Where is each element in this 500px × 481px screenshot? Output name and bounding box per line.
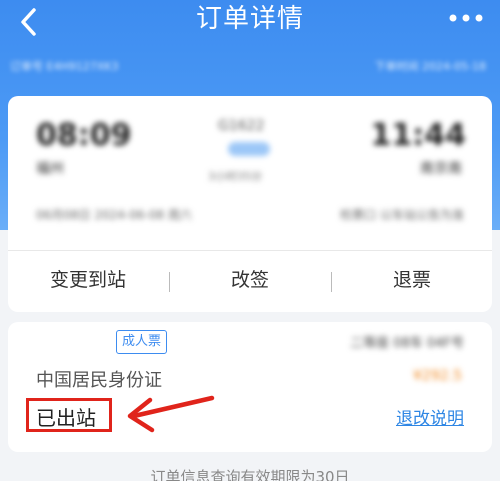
refund-policy-link[interactable]: 退改说明 (396, 404, 464, 429)
order-info-strip: 订单号 E4H9127XK3 下单时间 2024-05-18 (0, 52, 500, 82)
seat-info: 二等座 08车 04F号 (350, 336, 464, 351)
red-arrow-icon (127, 395, 215, 433)
trip-gate: 检票口 以车站公告为准 (340, 208, 464, 222)
arrival-time: 11:44 (370, 118, 467, 153)
ticket-status: 已出站 (36, 406, 96, 430)
arrival-station: 南京南 (420, 161, 462, 177)
action-bar: 变更到站 改签 退票 (8, 252, 492, 312)
trip-card: 08:09 福州 G1622 3小时35分 11:44 南京南 06月08日 2… (8, 96, 492, 312)
order-number: 订单号 E4H9127XK3 (10, 60, 119, 73)
departure-time: 08:09 (36, 118, 132, 153)
train-duration-pill (228, 142, 270, 156)
order-created-time: 下单时间 2024-05-18 (374, 60, 486, 73)
passenger-card: 成人票 二等座 08车 04F号 中国居民身份证 ¥292.5 已出站 退改说明 (8, 322, 492, 452)
reschedule-button[interactable]: 改签 (170, 252, 330, 312)
departure-station: 福州 (36, 161, 64, 177)
train-duration: 3小时35分 (208, 170, 262, 183)
ticket-type-badge: 成人票 (116, 330, 168, 354)
page-title: 订单详情 (195, 4, 304, 34)
trip-date: 06月08日 2024-06-08 周六 (36, 208, 192, 222)
footer-note: 订单信息查询有效期限为30日 (150, 468, 350, 481)
more-dots-icon (449, 14, 483, 22)
ticket-price: ¥292.5 (413, 368, 462, 384)
train-number: G1622 (218, 118, 265, 134)
more-button[interactable] (446, 10, 486, 26)
change-destination-button[interactable]: 变更到站 (8, 252, 168, 312)
divider (8, 250, 492, 251)
refund-ticket-button[interactable]: 退票 (332, 252, 492, 312)
navbar: 订单详情 (0, 0, 500, 44)
